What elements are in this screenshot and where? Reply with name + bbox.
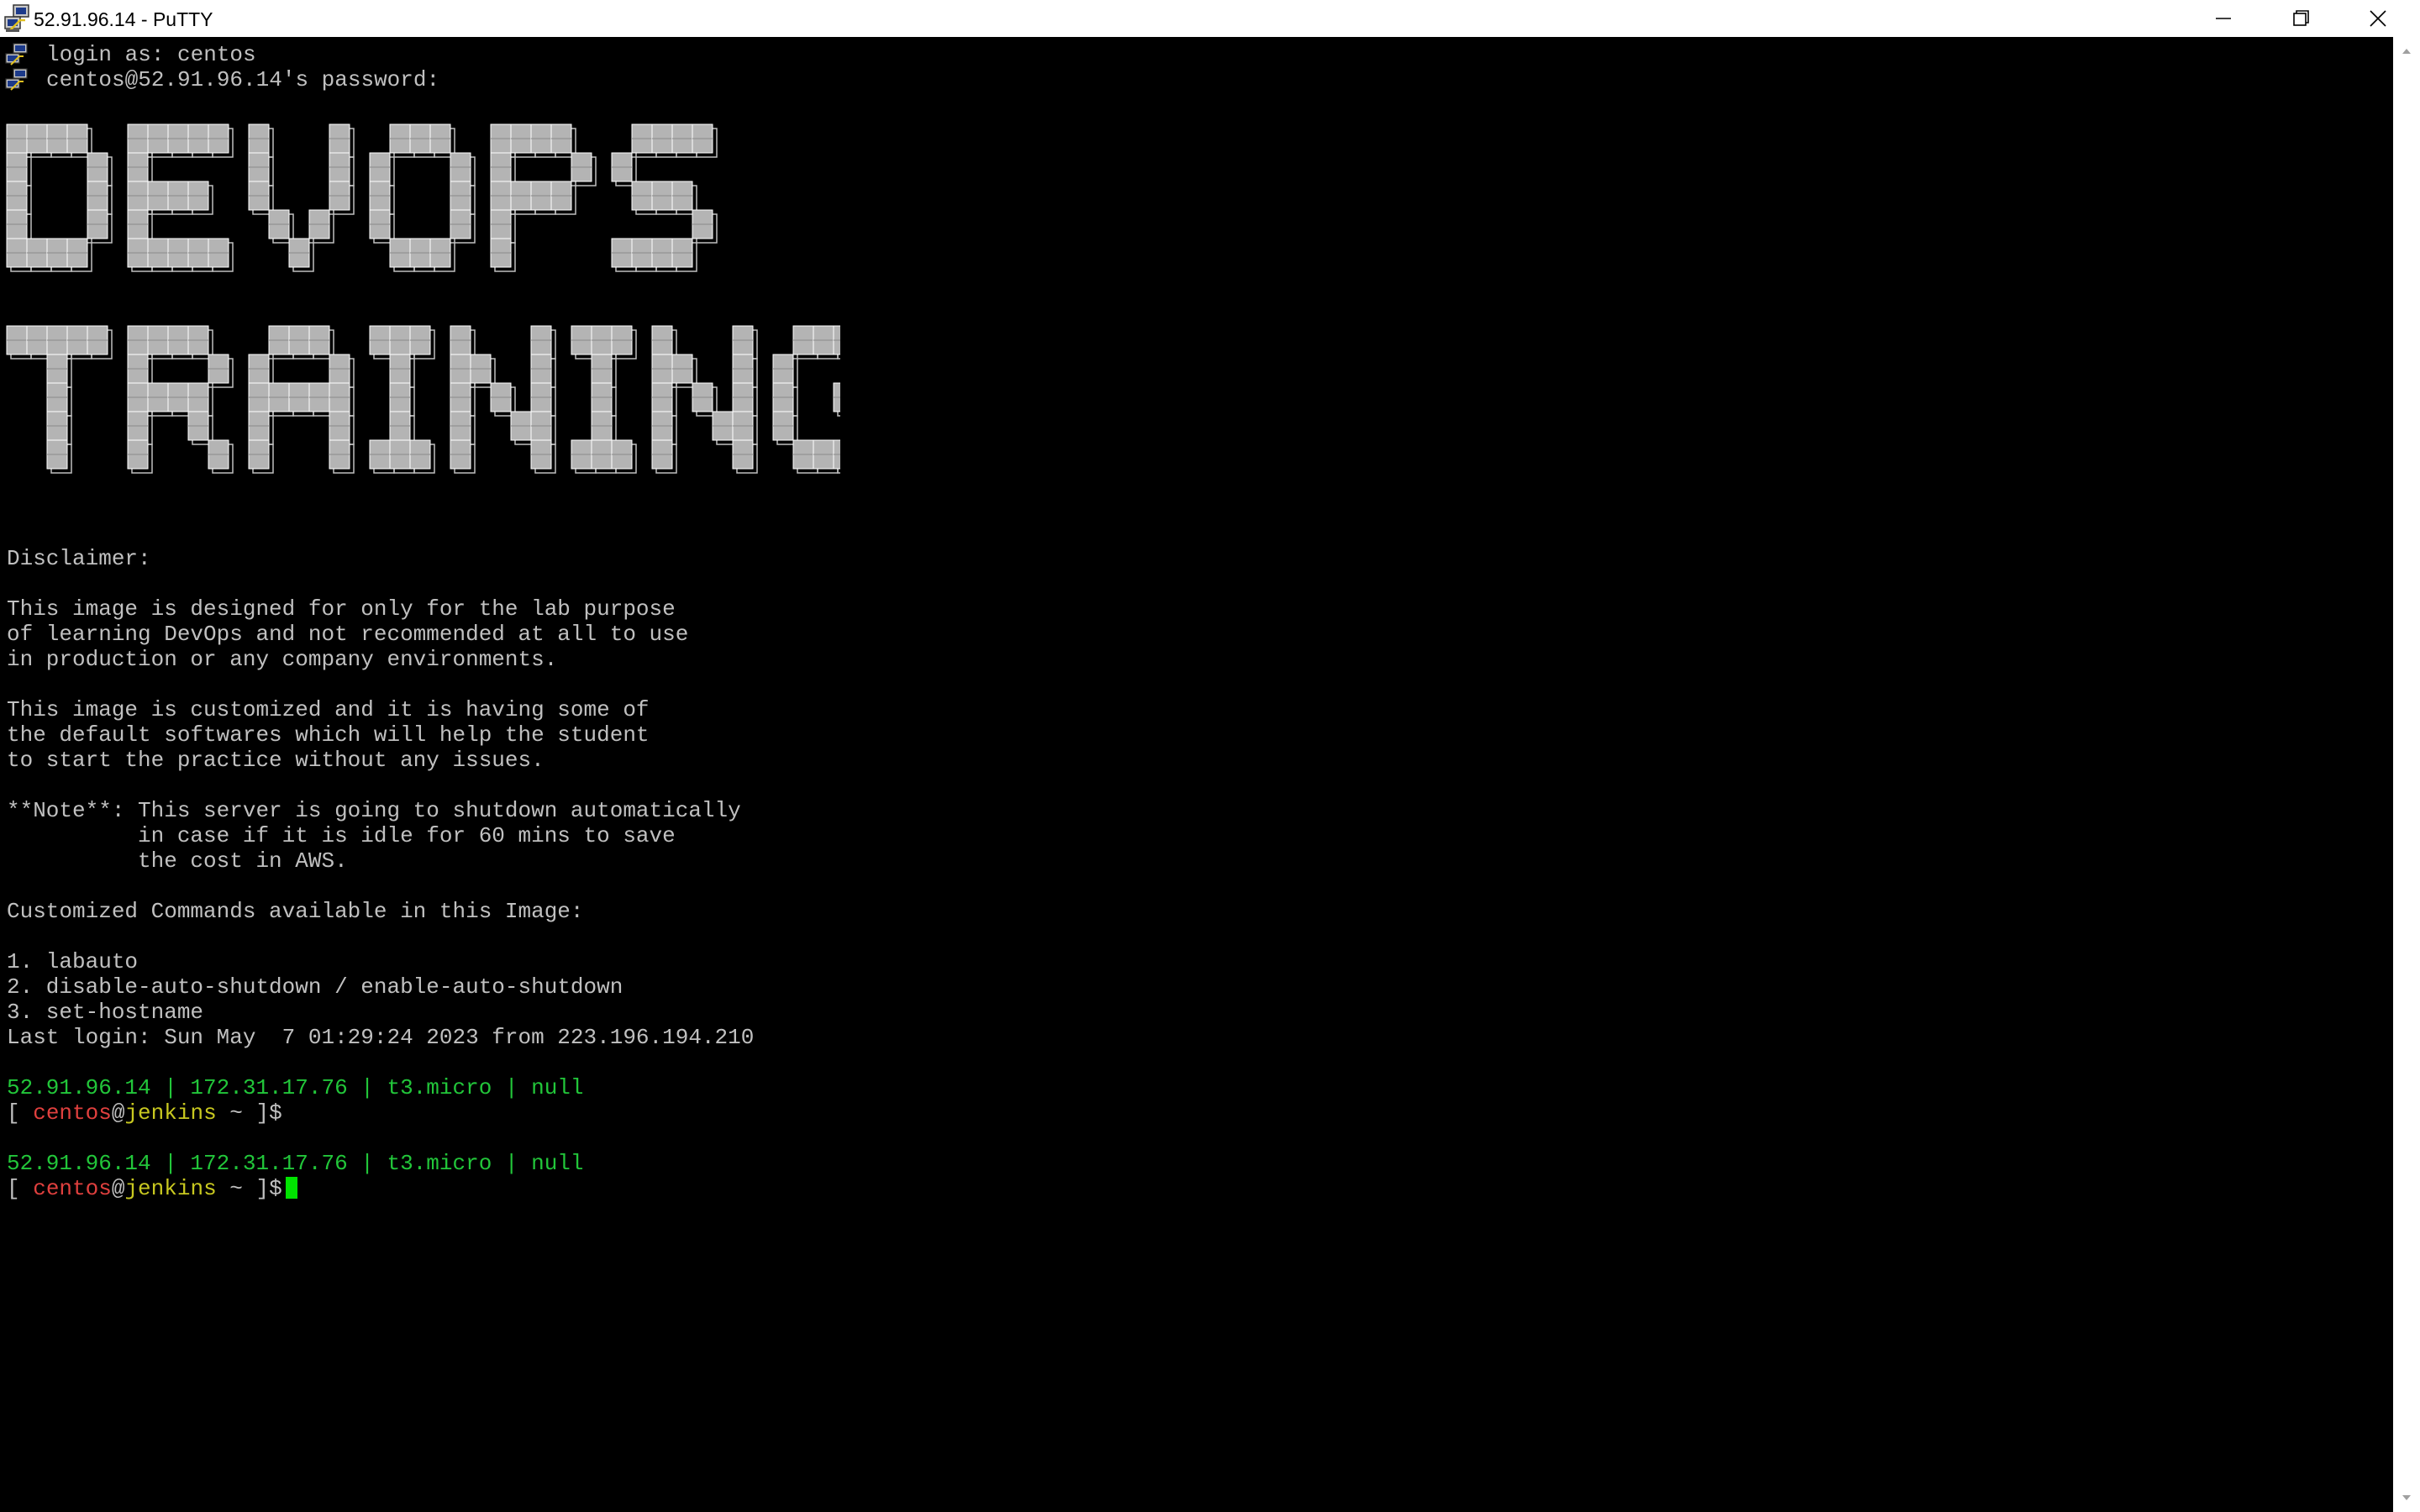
status-line-2: 52.91.96.14 | 172.31.17.76 | t3.micro | … <box>7 1151 584 1176</box>
disclaimer-p2-line-1: This image is customized and it is havin… <box>7 697 650 722</box>
prompt-user: centos <box>33 1100 112 1126</box>
disclaimer-p1-line-2: of learning DevOps and not recommended a… <box>7 622 689 647</box>
vertical-scrollbar[interactable] <box>2393 37 2420 1512</box>
note-line-1: **Note**: This server is going to shutdo… <box>7 798 741 823</box>
prompt-user: centos <box>33 1176 112 1201</box>
command-item-3: 3. set-hostname <box>7 1000 204 1025</box>
terminal-area[interactable]: login as: centos centos@52.91.96.14's pa… <box>0 37 2393 1512</box>
disclaimer-title: Disclaimer: <box>7 546 151 571</box>
title-bar[interactable]: 52.91.96.14 - PuTTY <box>0 0 2420 37</box>
putty-window: 52.91.96.14 - PuTTY login as: centos cen… <box>0 0 2420 1512</box>
disclaimer-p1-line-3: in production or any company environment… <box>7 647 558 672</box>
prompt-open: [ <box>7 1176 34 1201</box>
minimize-icon <box>2216 18 2231 19</box>
putty-app-icon[interactable] <box>3 3 32 34</box>
command-item-2: 2. disable-auto-shutdown / enable-auto-s… <box>7 974 623 1000</box>
password-line: centos@52.91.96.14's password: <box>46 67 440 92</box>
commands-title: Customized Commands available in this Im… <box>7 899 584 924</box>
banner-devops <box>6 123 718 272</box>
prompt-open: [ <box>7 1100 34 1126</box>
note-line-2: in case if it is idle for 60 mins to sav… <box>7 823 676 848</box>
close-icon <box>2370 10 2386 27</box>
window-title: 52.91.96.14 - PuTTY <box>34 8 213 30</box>
banner-training <box>6 325 840 474</box>
text-cursor <box>285 1177 297 1199</box>
disclaimer-p1-line-1: This image is designed for only for the … <box>7 596 676 622</box>
close-button[interactable] <box>2339 0 2417 37</box>
login-line: login as: centos <box>46 42 256 67</box>
disclaimer-p2-line-2: the default softwares which will help th… <box>7 722 650 748</box>
scroll-down-arrow-icon[interactable] <box>2393 1485 2420 1512</box>
prompt-host: jenkins <box>124 1100 217 1126</box>
prompt-at: @ <box>111 1100 125 1126</box>
prompt-tail: ~ ]$ <box>216 1176 282 1201</box>
minimize-button[interactable] <box>2185 0 2262 37</box>
prompt-line-2[interactable]: [ centos@jenkins ~ ]$ <box>7 1176 297 1201</box>
scroll-up-arrow-icon[interactable] <box>2393 37 2420 64</box>
prompt-host: jenkins <box>124 1176 217 1201</box>
command-item-1: 1. labauto <box>7 949 139 974</box>
prompt-tail: ~ ]$ <box>216 1100 282 1126</box>
note-line-3: the cost in AWS. <box>7 848 348 874</box>
restore-icon <box>2293 10 2309 26</box>
status-line-1: 52.91.96.14 | 172.31.17.76 | t3.micro | … <box>7 1075 584 1100</box>
disclaimer-p2-line-3: to start the practice without any issues… <box>7 748 544 773</box>
prompt-line-1: [ centos@jenkins ~ ]$ <box>7 1100 282 1126</box>
last-login-line: Last login: Sun May 7 01:29:24 2023 from… <box>7 1025 755 1050</box>
restore-button[interactable] <box>2262 0 2339 37</box>
prompt-at: @ <box>111 1176 125 1201</box>
